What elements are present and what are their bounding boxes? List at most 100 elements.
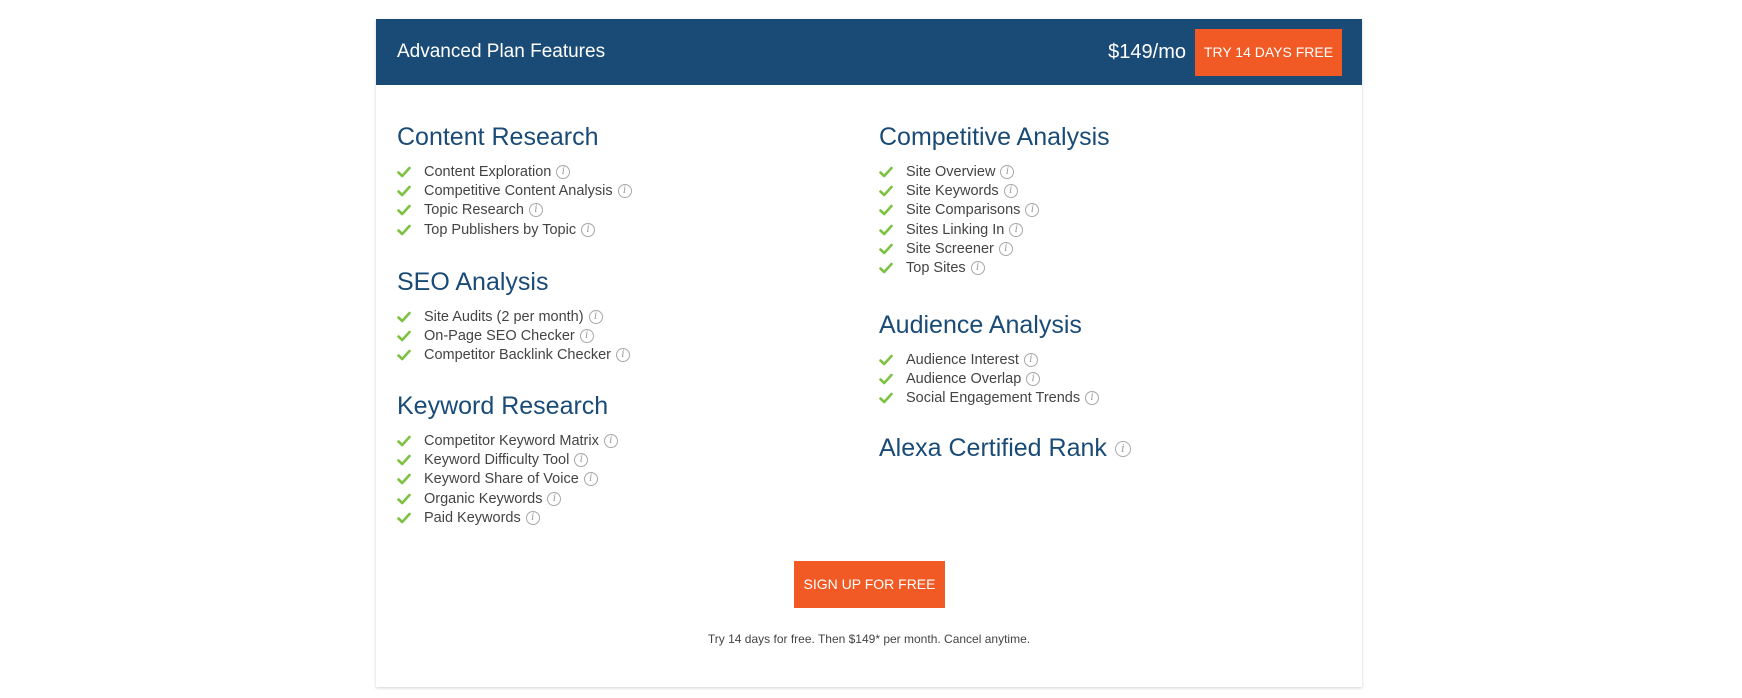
plan-title: Advanced Plan Features [397, 41, 606, 62]
section-title-text: Competitive Analysis [879, 123, 1110, 151]
feature-label: Top Sites [906, 260, 966, 276]
info-icon[interactable]: i [1000, 165, 1015, 179]
section-title-keyword-research: Keyword Research [397, 391, 608, 421]
plan-card: Advanced Plan Features $149/mo TRY 14 DA… [376, 19, 1362, 687]
check-icon [397, 329, 411, 343]
feature-item-audience-interest: Audience Interest i [879, 350, 1038, 370]
feature-label: Sites Linking In [906, 221, 1005, 238]
check-icon [397, 511, 411, 525]
feature-label: Site Keywords [906, 183, 999, 200]
check-icon [397, 472, 411, 486]
info-icon[interactable]: i [588, 310, 603, 324]
check-icon [879, 203, 893, 217]
check-icon [879, 261, 893, 275]
section-title-text: Audience Analysis [879, 311, 1082, 339]
feature-label: Top Publishers by Topic [424, 221, 577, 238]
info-icon[interactable]: i [528, 203, 543, 218]
feature-label: Competitor Keyword Matrix [424, 433, 599, 449]
info-icon[interactable]: i [1085, 391, 1100, 406]
section-title-alexa-certified-rank: Alexa Certified Rank i [879, 433, 1131, 463]
feature-label: Site Comparisons [906, 202, 1021, 219]
info-icon[interactable]: i [1114, 441, 1131, 458]
sign-up-button[interactable]: SIGN UP FOR FREE [794, 561, 945, 608]
check-icon [879, 372, 893, 386]
check-icon [879, 223, 893, 237]
feature-label: Keyword Difficulty Tool [424, 452, 570, 469]
info-icon[interactable]: i [574, 453, 589, 468]
feature-item-competitor-keyword-matrix: Competitor Keyword Matrix i [397, 431, 618, 451]
check-icon [397, 203, 411, 217]
info-icon[interactable]: i [556, 165, 571, 179]
feature-item-site-screener: Site Screener i [879, 239, 1013, 259]
feature-label: Audience Interest [906, 352, 1019, 368]
feature-item-top-sites: Top Sites i [879, 258, 985, 278]
try-free-button[interactable]: TRY 14 DAYS FREE [1195, 29, 1342, 76]
section-title-content-research: Content Research [397, 122, 599, 152]
info-icon[interactable]: i [581, 222, 596, 237]
feature-item-site-overview: Site Overview i [879, 162, 1015, 182]
info-icon[interactable]: i [970, 261, 985, 275]
info-icon[interactable]: i [1003, 184, 1018, 199]
feature-item-sites-linking-in: Sites Linking In i [879, 220, 1024, 240]
info-icon[interactable]: i [617, 184, 632, 199]
feature-label: Audience Overlap [906, 371, 1022, 388]
plan-price: $149/mo [1108, 41, 1186, 63]
section-title-text: SEO Analysis [397, 268, 549, 296]
feature-item-social-engagement-trends: Social Engagement Trends i [879, 388, 1100, 408]
feature-label: Keyword Share of Voice [424, 471, 579, 488]
section-title-audience-analysis: Audience Analysis [879, 310, 1082, 340]
info-icon[interactable]: i [525, 510, 540, 525]
feature-label: Site Audits (2 per month) [424, 309, 584, 325]
feature-label: Topic Research [424, 202, 524, 219]
info-icon[interactable]: i [1025, 203, 1040, 218]
trial-fineprint: Try 14 days for free. Then $149* per mon… [707, 632, 1031, 646]
feature-label: Site Overview [906, 164, 996, 180]
info-icon[interactable]: i [615, 348, 630, 363]
check-icon [397, 434, 411, 448]
info-icon[interactable]: i [1009, 222, 1024, 237]
feature-label: Competitor Backlink Checker [424, 347, 611, 364]
info-icon[interactable]: i [547, 491, 562, 506]
feature-item-competitor-backlink-checker: Competitor Backlink Checker i [397, 345, 630, 365]
feature-item-site-keywords: Site Keywords i [879, 181, 1018, 201]
feature-item-top-publishers-by-topic: Top Publishers by Topic i [397, 220, 596, 240]
feature-label: Social Engagement Trends [906, 390, 1081, 407]
check-icon [879, 353, 893, 367]
check-icon [879, 242, 893, 256]
feature-item-organic-keywords: Organic Keywords i [397, 489, 562, 509]
info-icon[interactable]: i [579, 329, 594, 344]
check-icon [397, 184, 411, 198]
info-icon[interactable]: i [603, 434, 618, 448]
section-title-text: Keyword Research [397, 392, 609, 420]
check-icon [397, 310, 411, 324]
check-icon [879, 184, 893, 198]
info-icon[interactable]: i [998, 241, 1013, 256]
info-icon[interactable]: i [583, 472, 598, 487]
feature-label: Site Screener [906, 240, 994, 257]
plan-header: Advanced Plan Features $149/mo TRY 14 DA… [376, 19, 1362, 85]
check-icon [397, 453, 411, 467]
check-icon [397, 223, 411, 237]
info-icon[interactable]: i [1023, 353, 1038, 367]
feature-item-on-page-seo-checker: On-Page SEO Checker i [397, 326, 594, 346]
check-icon [879, 165, 893, 179]
section-title-text: Alexa Certified Rank [879, 434, 1107, 462]
info-icon[interactable]: i [1026, 372, 1041, 387]
feature-item-competitive-content-analysis: Competitive Content Analysis i [397, 181, 632, 201]
section-title-seo-analysis: SEO Analysis [397, 267, 548, 297]
feature-item-topic-research: Topic Research i [397, 200, 543, 220]
feature-label: Organic Keywords [424, 490, 543, 507]
feature-item-site-comparisons: Site Comparisons i [879, 200, 1040, 220]
section-title-competitive-analysis: Competitive Analysis [879, 122, 1110, 152]
feature-label: Content Exploration [424, 164, 552, 180]
section-title-text: Content Research [397, 123, 599, 151]
feature-label: On-Page SEO Checker [424, 328, 575, 345]
feature-item-site-audits-2-per-month: Site Audits (2 per month) i [397, 307, 603, 327]
feature-label: Paid Keywords [424, 509, 521, 526]
check-icon [397, 492, 411, 506]
feature-item-content-exploration: Content Exploration i [397, 162, 571, 182]
feature-item-audience-overlap: Audience Overlap i [879, 369, 1041, 389]
feature-item-keyword-difficulty-tool: Keyword Difficulty Tool i [397, 450, 589, 470]
check-icon [397, 165, 411, 179]
feature-item-paid-keywords: Paid Keywords i [397, 508, 540, 528]
